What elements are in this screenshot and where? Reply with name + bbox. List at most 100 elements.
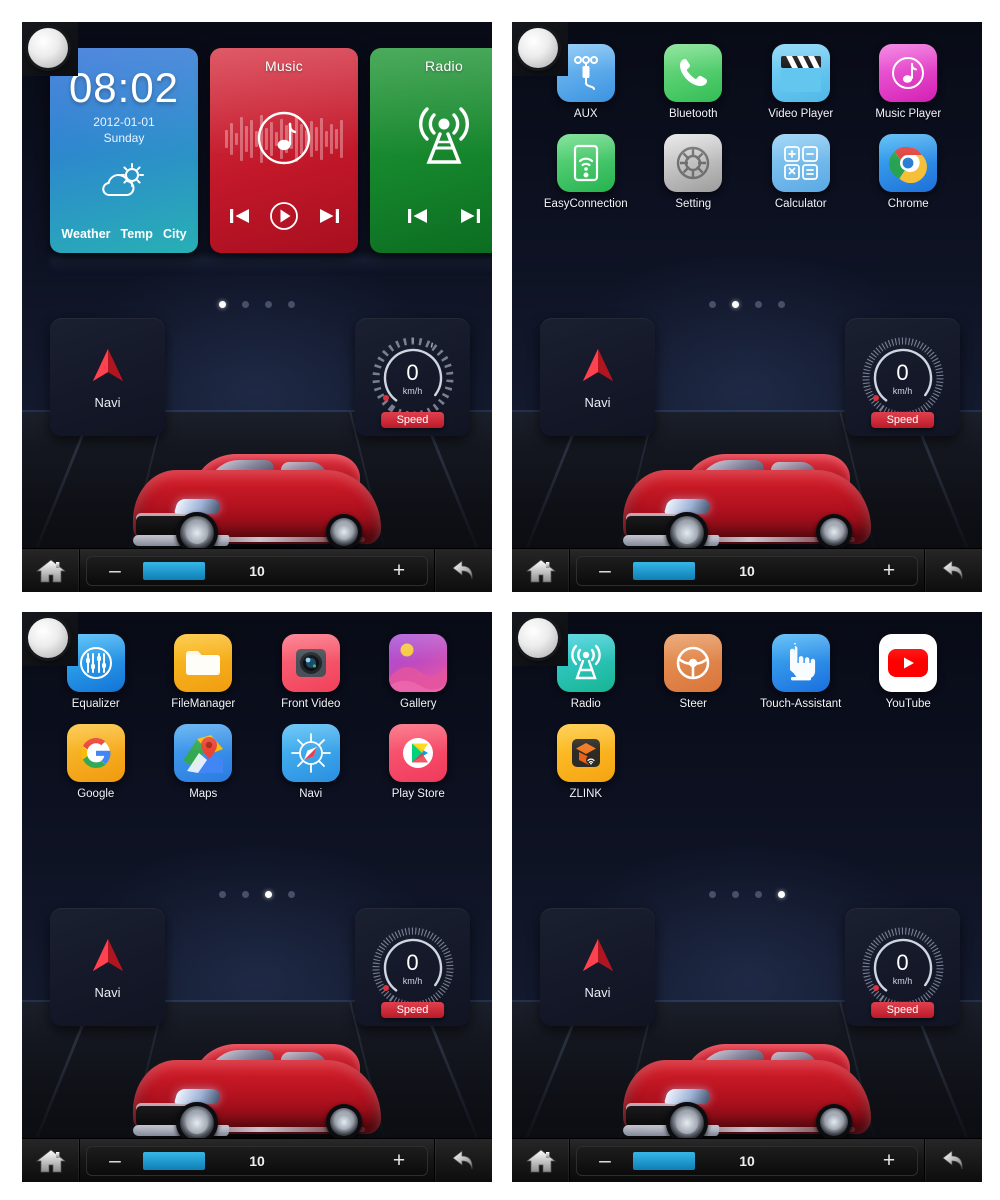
page-dot[interactable] xyxy=(219,301,226,308)
app-chrome[interactable]: Chrome xyxy=(855,134,963,210)
screenshot-grid: 08:02 2012-01-01 Sunday Weather Temp Cit… xyxy=(0,0,1000,1200)
app-calculator[interactable]: Calculator xyxy=(747,134,855,210)
app-filemanager[interactable]: FileManager xyxy=(150,634,258,710)
app-bluetooth[interactable]: Bluetooth xyxy=(640,44,748,120)
power-knob[interactable] xyxy=(28,28,68,68)
app-row: Google Maps Navi Play Store xyxy=(42,724,472,800)
volume-slider[interactable]: 10 xyxy=(633,557,861,585)
page-dot[interactable] xyxy=(755,301,762,308)
speed-tile[interactable]: 0 km/h Speed xyxy=(355,318,470,436)
navi-tile[interactable]: Navi xyxy=(540,908,655,1026)
clock-widget[interactable]: 08:02 2012-01-01 Sunday Weather Temp Cit… xyxy=(50,48,198,253)
music-note-circle-icon xyxy=(210,100,358,176)
back-button[interactable] xyxy=(434,549,492,592)
volume-minus-button[interactable]: – xyxy=(577,559,633,583)
app-touch-assistant[interactable]: Touch-Assistant xyxy=(747,634,855,710)
zlink-icon xyxy=(556,724,615,782)
next-track-icon[interactable] xyxy=(318,206,340,231)
radio-widget[interactable]: Radio xyxy=(370,48,492,253)
back-button[interactable] xyxy=(924,1139,982,1182)
app-maps[interactable]: Maps xyxy=(150,724,258,800)
app-label: Bluetooth xyxy=(668,108,718,120)
app-label: Front Video xyxy=(281,698,341,710)
camera-lens-icon xyxy=(281,634,340,692)
page-dot[interactable] xyxy=(709,891,716,898)
home-button[interactable] xyxy=(22,1139,80,1182)
volume-control[interactable]: – 10 + xyxy=(576,555,918,586)
volume-slider[interactable]: 10 xyxy=(143,557,371,585)
page-dot[interactable] xyxy=(732,301,739,308)
speed-tile[interactable]: 0 km/h Speed xyxy=(845,908,960,1026)
page-dot[interactable] xyxy=(219,891,226,898)
app-youtube[interactable]: YouTube xyxy=(855,634,963,710)
app-play-store[interactable]: Play Store xyxy=(365,724,473,800)
music-widget[interactable]: Music xyxy=(210,48,358,253)
speedometer-icon: 0 km/h xyxy=(853,332,953,419)
play-icon[interactable] xyxy=(269,201,299,236)
app-row: EasyConnection Setting Calculator Chrome xyxy=(532,134,962,210)
volume-slider[interactable]: 10 xyxy=(633,1147,861,1175)
home-button[interactable] xyxy=(512,549,570,592)
page-dot[interactable] xyxy=(732,891,739,898)
app-easyconnection[interactable]: EasyConnection xyxy=(532,134,640,210)
page-dot[interactable] xyxy=(288,891,295,898)
app-steer[interactable]: Steer xyxy=(640,634,748,710)
speed-tile[interactable]: 0 km/h Speed xyxy=(845,318,960,436)
app-grid: AUX Bluetooth Video Player Music Player … xyxy=(532,44,962,224)
volume-minus-button[interactable]: – xyxy=(87,1149,143,1173)
app-setting[interactable]: Setting xyxy=(640,134,748,210)
volume-minus-button[interactable]: – xyxy=(87,559,143,583)
back-button[interactable] xyxy=(924,549,982,592)
page-dot[interactable] xyxy=(242,301,249,308)
speed-tile[interactable]: 0 km/h Speed xyxy=(355,908,470,1026)
navi-tile[interactable]: Navi xyxy=(50,908,165,1026)
power-knob[interactable] xyxy=(518,28,558,68)
volume-control[interactable]: – 10 + xyxy=(86,1145,428,1176)
speed-value: 0 xyxy=(896,360,909,385)
home-button[interactable] xyxy=(512,1139,570,1182)
app-row: AUX Bluetooth Video Player Music Player xyxy=(532,44,962,120)
volume-slider[interactable]: 10 xyxy=(143,1147,371,1175)
page-dot[interactable] xyxy=(709,301,716,308)
speed-button[interactable]: Speed xyxy=(870,1002,935,1018)
page-dot[interactable] xyxy=(288,301,295,308)
previous-station-icon[interactable] xyxy=(407,206,429,231)
page-dot[interactable] xyxy=(265,891,272,898)
app-navi[interactable]: Navi xyxy=(257,724,365,800)
volume-minus-button[interactable]: – xyxy=(577,1149,633,1173)
app-google[interactable]: Google xyxy=(42,724,150,800)
power-knob[interactable] xyxy=(518,618,558,658)
page-dot[interactable] xyxy=(778,891,785,898)
volume-control[interactable]: – 10 + xyxy=(86,555,428,586)
volume-plus-button[interactable]: + xyxy=(861,559,917,583)
page-dot[interactable] xyxy=(778,301,785,308)
speed-value: 0 xyxy=(406,950,419,975)
next-station-icon[interactable] xyxy=(459,206,481,231)
back-arrow-icon xyxy=(451,559,472,579)
navi-tile[interactable]: Navi xyxy=(540,318,655,436)
navi-tile-label: Navi xyxy=(584,394,611,410)
speed-button[interactable]: Speed xyxy=(380,1002,445,1018)
home-button[interactable] xyxy=(22,549,80,592)
page-dot[interactable] xyxy=(242,891,249,898)
previous-track-icon[interactable] xyxy=(229,206,251,231)
power-knob[interactable] xyxy=(28,618,68,658)
app-front-video[interactable]: Front Video xyxy=(257,634,365,710)
app-label: Google xyxy=(77,788,115,800)
app-music-player[interactable]: Music Player xyxy=(855,44,963,120)
back-button[interactable] xyxy=(434,1139,492,1182)
navi-tile[interactable]: Navi xyxy=(50,318,165,436)
page-dot[interactable] xyxy=(265,301,272,308)
app-label: Navi xyxy=(299,788,323,800)
volume-plus-button[interactable]: + xyxy=(371,559,427,583)
clock-bottom-labels: Weather Temp City xyxy=(50,227,198,241)
app-video-player[interactable]: Video Player xyxy=(747,44,855,120)
page-dot[interactable] xyxy=(755,891,762,898)
speed-button[interactable]: Speed xyxy=(870,412,935,428)
volume-plus-button[interactable]: + xyxy=(861,1149,917,1173)
volume-plus-button[interactable]: + xyxy=(371,1149,427,1173)
app-zlink[interactable]: ZLINK xyxy=(532,724,640,800)
speed-button[interactable]: Speed xyxy=(380,412,445,428)
volume-control[interactable]: – 10 + xyxy=(576,1145,918,1176)
app-gallery[interactable]: Gallery xyxy=(365,634,473,710)
